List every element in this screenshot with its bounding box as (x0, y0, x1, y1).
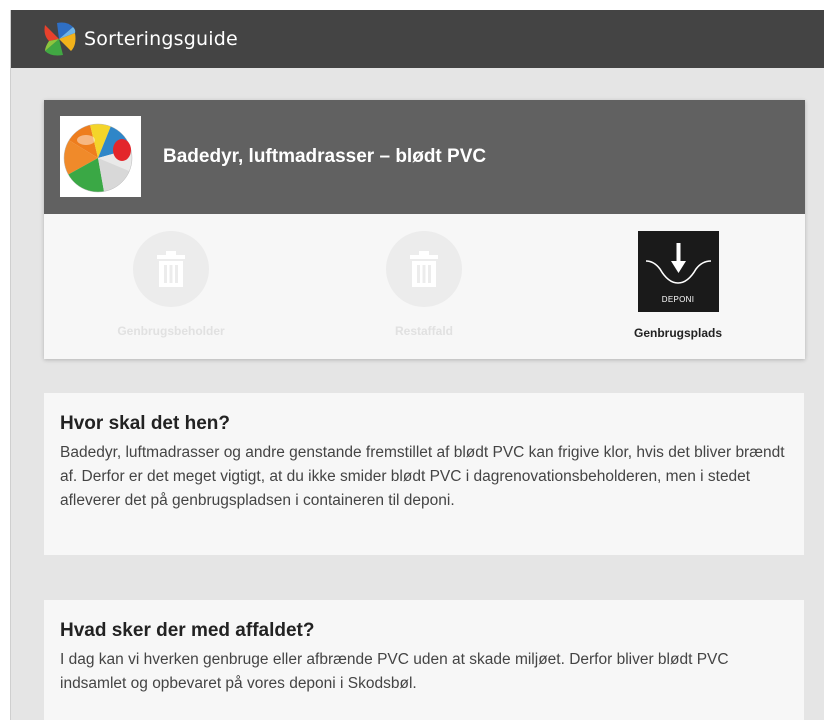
trash-can-icon (410, 251, 438, 287)
section-heading: Hvor skal det hen? (60, 413, 230, 434)
trash-can-icon-circle (386, 231, 462, 307)
option-genbrugsplads[interactable]: DEPONI Genbrugsplads (588, 231, 768, 340)
item-card-header: Badedyr, luftmadrasser – blødt PVC (44, 100, 805, 214)
option-genbrugsbeholder[interactable]: Genbrugsbeholder (81, 231, 261, 338)
item-thumbnail (60, 116, 141, 197)
top-bar: Sorteringsguide (11, 10, 824, 68)
beach-ball-icon (63, 123, 133, 193)
pinwheel-logo-icon[interactable] (41, 21, 77, 57)
option-restaffald[interactable]: Restaffald (334, 231, 514, 338)
trash-can-icon (157, 251, 185, 287)
option-label: Genbrugsbeholder (117, 324, 225, 338)
section-heading: Hvad sker der med affaldet? (60, 620, 315, 641)
deponi-icon-text: DEPONI (661, 295, 695, 304)
option-label: Genbrugsplads (633, 326, 722, 340)
item-title: Badedyr, luftmadrasser – blødt PVC (163, 146, 487, 167)
section-body: I dag kan vi hverken genbruge eller afbr… (60, 651, 729, 692)
trash-can-icon-circle (133, 231, 209, 307)
section-body: Badedyr, luftmadrasser og andre genstand… (60, 444, 785, 509)
app-frame: Sorteringsguide Badedyr, luftmadrasser –… (10, 10, 824, 720)
app-title: Sorteringsguide (84, 28, 238, 50)
deponi-icon: DEPONI (637, 231, 719, 312)
info-section-where: Hvor skal det hen? Badedyr, luftmadrasse… (44, 393, 804, 555)
option-label: Restaffald (394, 324, 453, 338)
info-section-what-happens: Hvad sker der med affaldet? I dag kan vi… (44, 600, 804, 720)
item-card: Badedyr, luftmadrasser – blødt PVC Genbr… (44, 100, 805, 359)
